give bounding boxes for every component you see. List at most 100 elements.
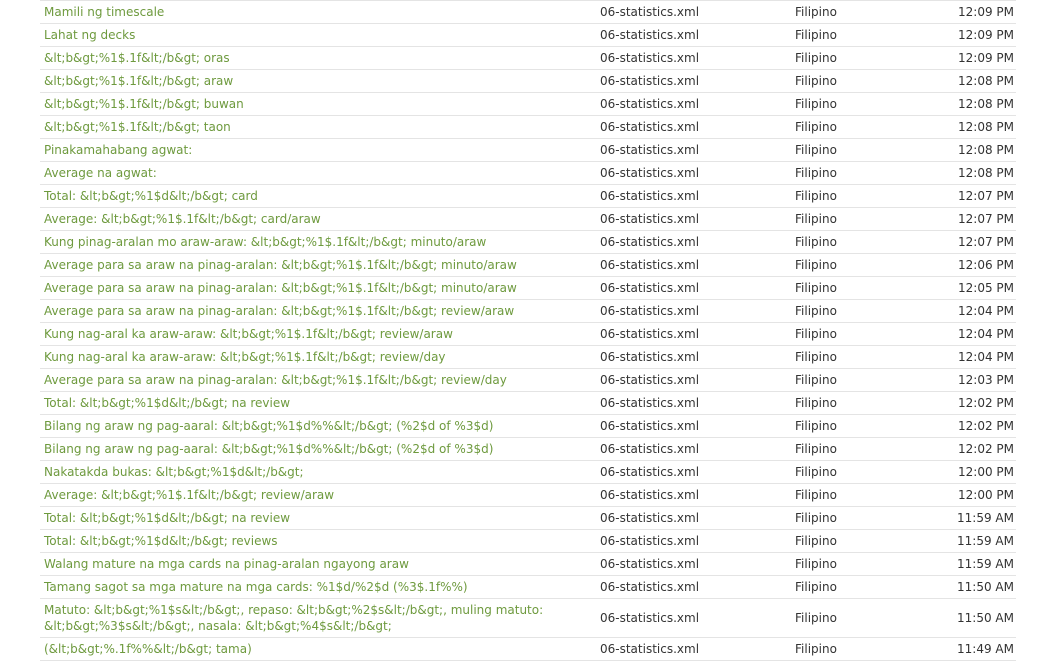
file-name[interactable]: 06-statistics.xml: [596, 46, 791, 70]
language[interactable]: Filipino: [791, 483, 916, 507]
file-name[interactable]: 06-statistics.xml: [596, 483, 791, 507]
file-name[interactable]: 06-statistics.xml: [596, 437, 791, 461]
file-name[interactable]: 06-statistics.xml: [596, 552, 791, 576]
file-name[interactable]: 06-statistics.xml: [596, 138, 791, 162]
file-name[interactable]: 06-statistics.xml: [596, 598, 791, 638]
language[interactable]: Filipino: [791, 552, 916, 576]
file-name[interactable]: 06-statistics.xml: [596, 414, 791, 438]
string-text[interactable]: Total: &lt;b&gt;%1$d&lt;/b&gt; na review: [40, 506, 596, 530]
language[interactable]: Filipino: [791, 138, 916, 162]
file-name[interactable]: 06-statistics.xml: [596, 161, 791, 185]
language[interactable]: Filipino: [791, 69, 916, 93]
file-name[interactable]: 06-statistics.xml: [596, 115, 791, 139]
table-row: &lt;b&gt;%1$.1f&lt;/b&gt; taon 06-statis…: [40, 115, 1016, 139]
string-text[interactable]: &lt;b&gt;%1$.1f&lt;/b&gt; buwan: [40, 92, 596, 116]
language[interactable]: Filipino: [791, 161, 916, 185]
table-row: Kung nag-aral ka araw-araw: &lt;b&gt;%1$…: [40, 345, 1016, 369]
table-row: Mamili ng timescale 06-statistics.xml Fi…: [40, 0, 1016, 24]
string-text[interactable]: &lt;b&gt;%1$.1f&lt;/b&gt; taon: [40, 115, 596, 139]
table-row: Average para sa araw na pinag-aralan: &l…: [40, 276, 1016, 300]
string-text[interactable]: Average para sa araw na pinag-aralan: &l…: [40, 253, 596, 277]
string-text[interactable]: Mamili ng timescale: [40, 0, 596, 24]
language[interactable]: Filipino: [791, 46, 916, 70]
string-text[interactable]: Total: &lt;b&gt;%1$d&lt;/b&gt; card: [40, 184, 596, 208]
file-name[interactable]: 06-statistics.xml: [596, 391, 791, 415]
string-text[interactable]: (&lt;b&gt;%.1f%%&lt;/b&gt; tama): [40, 637, 596, 661]
language[interactable]: Filipino: [791, 23, 916, 47]
file-name[interactable]: 06-statistics.xml: [596, 299, 791, 323]
string-text[interactable]: Average para sa araw na pinag-aralan: &l…: [40, 368, 596, 392]
string-text[interactable]: &lt;b&gt;%1$.1f&lt;/b&gt; oras: [40, 46, 596, 70]
file-name[interactable]: 06-statistics.xml: [596, 460, 791, 484]
file-name[interactable]: 06-statistics.xml: [596, 0, 791, 24]
timestamp: 11:50 AM: [916, 575, 1016, 599]
string-text[interactable]: Kung nag-aral ka araw-araw: &lt;b&gt;%1$…: [40, 345, 596, 369]
language[interactable]: Filipino: [791, 276, 916, 300]
timestamp: 12:06 PM: [916, 253, 1016, 277]
string-text[interactable]: Kung nag-aral ka araw-araw: &lt;b&gt;%1$…: [40, 322, 596, 346]
file-name[interactable]: 06-statistics.xml: [596, 207, 791, 231]
language[interactable]: Filipino: [791, 437, 916, 461]
string-text[interactable]: Average para sa araw na pinag-aralan: &l…: [40, 299, 596, 323]
file-name[interactable]: 06-statistics.xml: [596, 575, 791, 599]
language[interactable]: Filipino: [791, 598, 916, 638]
file-name[interactable]: 06-statistics.xml: [596, 92, 791, 116]
string-text[interactable]: Pinakamahabang agwat:: [40, 138, 596, 162]
string-text[interactable]: Tamang sagot sa mga mature na mga cards:…: [40, 575, 596, 599]
file-name[interactable]: 06-statistics.xml: [596, 506, 791, 530]
table-row: &lt;b&gt;%1$.1f&lt;/b&gt; araw 06-statis…: [40, 69, 1016, 93]
table-row: Lahat ng decks 06-statistics.xml Filipin…: [40, 23, 1016, 47]
timestamp: 12:02 PM: [916, 414, 1016, 438]
string-text[interactable]: Nakatakda bukas: &lt;b&gt;%1$d&lt;/b&gt;: [40, 460, 596, 484]
string-text[interactable]: Walang mature na mga cards na pinag-aral…: [40, 552, 596, 576]
string-text[interactable]: Average para sa araw na pinag-aralan: &l…: [40, 276, 596, 300]
language[interactable]: Filipino: [791, 637, 916, 661]
language[interactable]: Filipino: [791, 391, 916, 415]
table-row: Bilang ng araw ng pag-aaral: &lt;b&gt;%1…: [40, 437, 1016, 461]
language[interactable]: Filipino: [791, 506, 916, 530]
table-row: Bilang ng araw ng pag-aaral: &lt;b&gt;%1…: [40, 414, 1016, 438]
string-text[interactable]: Lahat ng decks: [40, 23, 596, 47]
file-name[interactable]: 06-statistics.xml: [596, 368, 791, 392]
timestamp: 12:03 PM: [916, 368, 1016, 392]
file-name[interactable]: 06-statistics.xml: [596, 69, 791, 93]
language[interactable]: Filipino: [791, 230, 916, 254]
file-name[interactable]: 06-statistics.xml: [596, 322, 791, 346]
file-name[interactable]: 06-statistics.xml: [596, 184, 791, 208]
table-row: &lt;b&gt;%1$.1f&lt;/b&gt; buwan 06-stati…: [40, 92, 1016, 116]
language[interactable]: Filipino: [791, 299, 916, 323]
file-name[interactable]: 06-statistics.xml: [596, 276, 791, 300]
language[interactable]: Filipino: [791, 0, 916, 24]
string-text[interactable]: Total: &lt;b&gt;%1$d&lt;/b&gt; reviews: [40, 529, 596, 553]
file-name[interactable]: 06-statistics.xml: [596, 529, 791, 553]
file-name[interactable]: 06-statistics.xml: [596, 637, 791, 661]
string-text[interactable]: Average: &lt;b&gt;%1$.1f&lt;/b&gt; revie…: [40, 483, 596, 507]
file-name[interactable]: 06-statistics.xml: [596, 230, 791, 254]
language[interactable]: Filipino: [791, 207, 916, 231]
file-name[interactable]: 06-statistics.xml: [596, 345, 791, 369]
language[interactable]: Filipino: [791, 92, 916, 116]
language[interactable]: Filipino: [791, 345, 916, 369]
timestamp: 12:02 PM: [916, 437, 1016, 461]
file-name[interactable]: 06-statistics.xml: [596, 23, 791, 47]
language[interactable]: Filipino: [791, 253, 916, 277]
timestamp: 12:07 PM: [916, 230, 1016, 254]
language[interactable]: Filipino: [791, 322, 916, 346]
language[interactable]: Filipino: [791, 414, 916, 438]
string-text[interactable]: Kung pinag-aralan mo araw-araw: &lt;b&gt…: [40, 230, 596, 254]
timestamp: 12:07 PM: [916, 184, 1016, 208]
language[interactable]: Filipino: [791, 184, 916, 208]
language[interactable]: Filipino: [791, 575, 916, 599]
string-text[interactable]: Bilang ng araw ng pag-aaral: &lt;b&gt;%1…: [40, 414, 596, 438]
language[interactable]: Filipino: [791, 529, 916, 553]
string-text[interactable]: Bilang ng araw ng pag-aaral: &lt;b&gt;%1…: [40, 437, 596, 461]
string-text[interactable]: Total: &lt;b&gt;%1$d&lt;/b&gt; na review: [40, 391, 596, 415]
string-text[interactable]: Average na agwat:: [40, 161, 596, 185]
language[interactable]: Filipino: [791, 368, 916, 392]
string-text[interactable]: Average: &lt;b&gt;%1$.1f&lt;/b&gt; card/…: [40, 207, 596, 231]
file-name[interactable]: 06-statistics.xml: [596, 253, 791, 277]
string-text[interactable]: &lt;b&gt;%1$.1f&lt;/b&gt; araw: [40, 69, 596, 93]
language[interactable]: Filipino: [791, 460, 916, 484]
string-text[interactable]: Matuto: &lt;b&gt;%1$s&lt;/b&gt;, repaso:…: [40, 598, 596, 638]
language[interactable]: Filipino: [791, 115, 916, 139]
